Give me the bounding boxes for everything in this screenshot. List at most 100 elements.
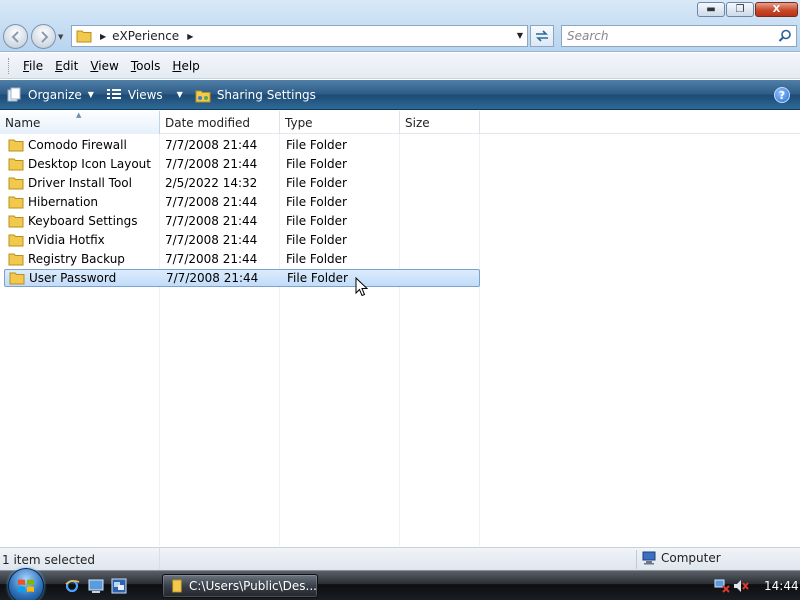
- organize-button[interactable]: Organize ▼: [6, 87, 94, 103]
- breadcrumb-separator-icon[interactable]: ▶: [100, 32, 106, 41]
- file-type: File Folder: [286, 214, 347, 228]
- views-button[interactable]: Views ▼: [106, 87, 183, 103]
- status-divider: [159, 548, 160, 571]
- sharing-icon: [195, 90, 211, 102]
- selection-status: 1 item selected: [2, 553, 96, 567]
- network-icon[interactable]: [714, 579, 730, 593]
- file-type: File Folder: [287, 271, 348, 285]
- back-button[interactable]: [3, 24, 28, 49]
- sharing-settings-label: Sharing Settings: [216, 87, 316, 102]
- file-list[interactable]: Comodo Firewall 7/7/2008 21:44 File Folder…: [0, 134, 800, 546]
- arrow-left-icon: [11, 31, 19, 43]
- file-row[interactable]: Driver Install Tool 2/5/2022 14:32 File Fo…: [4, 174, 480, 192]
- file-name-cell: User Password: [9, 271, 116, 285]
- window-title-bar: ▬ ❐ X ▼ ▶ eXPerience ▶ ▼: [0, 0, 800, 52]
- forward-button[interactable]: [31, 24, 56, 49]
- file-name: Registry Backup: [28, 252, 125, 266]
- file-row[interactable]: Hibernation 7/7/2008 21:44 File Folder: [4, 193, 480, 211]
- folder-icon: [8, 253, 24, 266]
- minimize-button[interactable]: ▬: [697, 2, 725, 17]
- menu-label: iew: [98, 58, 119, 73]
- internet-explorer-icon[interactable]: [64, 578, 80, 594]
- refresh-button[interactable]: [530, 25, 554, 47]
- file-date: 7/7/2008 21:44: [165, 233, 258, 247]
- breadcrumb-separator-icon[interactable]: ▶: [187, 32, 193, 41]
- location-status: Computer: [641, 551, 721, 565]
- column-header-label: Date modified: [165, 115, 251, 130]
- command-bar: Organize ▼ Views ▼ Sharing Settings ?: [0, 80, 800, 110]
- address-dropdown-icon[interactable]: ▼: [517, 31, 523, 40]
- file-date: 7/7/2008 21:44: [165, 195, 258, 209]
- menu-label: ile: [29, 58, 44, 73]
- taskbar-window-button[interactable]: C:\Users\Public\Des...: [162, 574, 318, 598]
- file-row[interactable]: nVidia Hotfix 7/7/2008 21:44 File Folder: [4, 231, 480, 249]
- menu-help[interactable]: Help: [166, 59, 205, 73]
- column-header-row: Name ▲ Date modified Type Size: [0, 111, 800, 134]
- recent-pages-dropdown-icon[interactable]: ▼: [58, 33, 63, 41]
- switch-windows-icon[interactable]: [111, 578, 127, 594]
- folder-icon: [8, 158, 24, 171]
- status-divider: [636, 550, 637, 569]
- window-controls: ▬ ❐ X: [697, 2, 798, 17]
- refresh-icon: [536, 30, 548, 42]
- chevron-down-icon[interactable]: ▼: [177, 90, 183, 99]
- windows-logo-icon: [18, 579, 34, 592]
- file-type: File Folder: [286, 252, 347, 266]
- address-bar[interactable]: ▶ eXPerience ▶ ▼: [71, 25, 528, 47]
- search-input[interactable]: [567, 27, 778, 45]
- file-name: nVidia Hotfix: [28, 233, 105, 247]
- volume-muted-icon[interactable]: [733, 579, 749, 593]
- file-date: 7/7/2008 21:44: [165, 214, 258, 228]
- chevron-down-icon: ▼: [87, 90, 94, 99]
- folder-icon: [172, 579, 182, 593]
- file-row[interactable]: Desktop Icon Layout 7/7/2008 21:44 File Fo…: [4, 155, 480, 173]
- menu-view[interactable]: View: [84, 59, 124, 73]
- organize-label: Organize: [28, 87, 82, 102]
- file-date: 2/5/2022 14:32: [165, 176, 258, 190]
- file-date: 7/7/2008 21:44: [165, 157, 258, 171]
- file-type: File Folder: [286, 195, 347, 209]
- taskbar-window-label: C:\Users\Public\Des...: [189, 579, 317, 593]
- breadcrumb-item[interactable]: eXPerience: [112, 29, 179, 43]
- system-tray: 14:44: [714, 571, 799, 600]
- column-header-type[interactable]: Type: [280, 111, 400, 134]
- file-name: Comodo Firewall: [28, 138, 127, 152]
- column-header-date[interactable]: Date modified: [160, 111, 280, 134]
- column-header-size[interactable]: Size: [400, 111, 480, 134]
- show-desktop-icon[interactable]: [88, 578, 104, 594]
- search-box[interactable]: [561, 25, 797, 47]
- arrow-right-icon: [41, 31, 49, 43]
- file-name: Driver Install Tool: [28, 176, 132, 190]
- folder-icon: [8, 177, 24, 190]
- sort-ascending-icon: ▲: [76, 111, 82, 119]
- menu-file[interactable]: File: [17, 59, 49, 73]
- computer-icon: [642, 551, 656, 565]
- maximize-button[interactable]: ❐: [726, 2, 754, 17]
- file-date: 7/7/2008 21:44: [165, 138, 258, 152]
- folder-icon: [8, 196, 24, 209]
- help-icon[interactable]: ?: [774, 87, 790, 103]
- file-name-cell: Keyboard Settings: [8, 214, 137, 228]
- clock[interactable]: 14:44: [764, 579, 799, 593]
- file-row[interactable]: User Password 7/7/2008 21:44 File Folder: [4, 269, 480, 287]
- sharing-settings-button[interactable]: Sharing Settings: [195, 87, 316, 103]
- file-type: File Folder: [286, 233, 347, 247]
- file-date: 7/7/2008 21:44: [166, 271, 259, 285]
- close-button[interactable]: X: [755, 2, 798, 17]
- file-name-cell: nVidia Hotfix: [8, 233, 105, 247]
- file-row[interactable]: Keyboard Settings 7/7/2008 21:44 File Fold…: [4, 212, 480, 230]
- start-button[interactable]: [8, 568, 44, 600]
- file-row[interactable]: Registry Backup 7/7/2008 21:44 File Folder: [4, 250, 480, 268]
- file-name-cell: Registry Backup: [8, 252, 125, 266]
- file-name-cell: Hibernation: [8, 195, 98, 209]
- menu-label: elp: [181, 58, 200, 73]
- menu-tools[interactable]: Tools: [125, 59, 167, 73]
- file-name: User Password: [29, 271, 117, 285]
- file-row[interactable]: Comodo Firewall 7/7/2008 21:44 File Folder: [4, 136, 480, 154]
- file-type: File Folder: [286, 157, 347, 171]
- search-icon[interactable]: [778, 29, 792, 43]
- column-header-label: Size: [405, 115, 430, 130]
- column-header-name[interactable]: Name ▲: [0, 111, 160, 134]
- views-label: Views: [127, 87, 163, 102]
- menu-edit[interactable]: Edit: [49, 59, 84, 73]
